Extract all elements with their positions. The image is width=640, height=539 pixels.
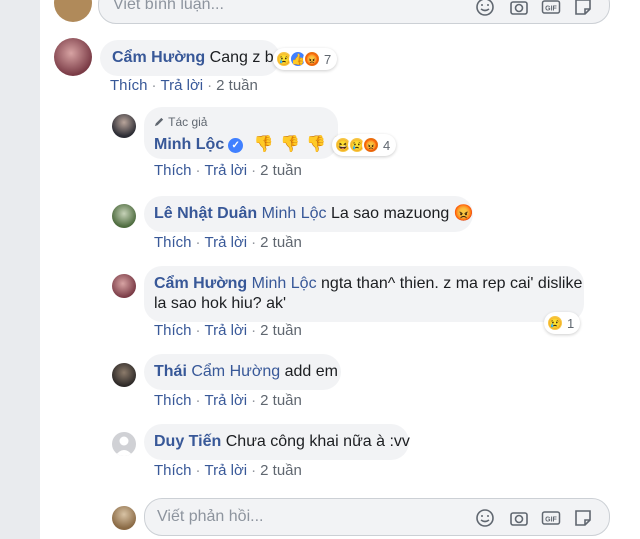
like-link[interactable]: Thích: [154, 392, 192, 409]
svg-text:GIF: GIF: [545, 517, 557, 524]
reply-actions: Thích · Trả lời · 2 tuần: [154, 162, 302, 179]
reply-actions: Thích · Trả lời · 2 tuần: [154, 234, 302, 251]
like-link[interactable]: Thích: [154, 162, 192, 179]
reply-avatar[interactable]: [112, 363, 136, 387]
sticker-icon[interactable]: [573, 0, 593, 17]
reply-actions: Thích · Trả lời · 2 tuần: [154, 392, 302, 409]
reply-link[interactable]: Trả lời: [205, 462, 248, 479]
separator-dot: ·: [195, 462, 201, 479]
gif-icon[interactable]: GIF: [541, 0, 561, 17]
reply-text: Chưa công khai nữa à :vv: [225, 433, 410, 450]
separator-dot: ·: [251, 162, 257, 179]
reaction-count: 7: [324, 51, 332, 67]
reply-actions: Thích · Trả lời · 2 tuần: [154, 322, 302, 339]
sad-reaction-icon: 😢: [546, 314, 564, 332]
reply-avatar[interactable]: [112, 114, 136, 138]
author-badge-label: Tác giả: [168, 115, 208, 129]
sticker-emoji-icon[interactable]: [475, 0, 495, 17]
comment-text: Cang z bo: [209, 49, 283, 66]
like-link[interactable]: Thích: [154, 234, 192, 251]
reply-text-line1: ngta than^ thien. z ma rep cai' dislike: [321, 275, 583, 292]
like-link[interactable]: Thích: [154, 462, 192, 479]
reply-bubble: Tác giả Minh Lộc ✓ 👎 👎 👎 👎: [144, 107, 353, 159]
reply-text: La sao mazuong 😡: [330, 205, 474, 222]
reply-author[interactable]: Thái: [154, 363, 187, 380]
sticker-icon[interactable]: [573, 508, 593, 528]
separator-dot: ·: [251, 322, 257, 339]
separator-dot: ·: [195, 234, 201, 251]
reply-avatar[interactable]: [112, 204, 136, 228]
reply-avatar[interactable]: [112, 432, 136, 456]
reply-link[interactable]: Trả lời: [205, 234, 248, 251]
reply-author[interactable]: Cẩm Hường: [154, 275, 247, 292]
reply-link[interactable]: Trả lời: [205, 162, 248, 179]
reply-author[interactable]: Minh Lộc: [154, 136, 224, 153]
reply-link[interactable]: Trả lời: [205, 322, 248, 339]
reply-time[interactable]: 2 tuần: [260, 162, 302, 179]
reply-time[interactable]: 2 tuần: [260, 234, 302, 251]
commenter-avatar[interactable]: [54, 38, 92, 76]
separator-dot: ·: [195, 162, 201, 179]
verified-badge-icon: ✓: [228, 138, 244, 153]
separator-dot: ·: [195, 322, 201, 339]
like-link[interactable]: Thích: [110, 77, 148, 94]
separator-dot: ·: [251, 392, 257, 409]
default-avatar-icon: [115, 436, 133, 456]
reply-bubble: Lê Nhật Duân Minh Lộc La sao mazuong 😡: [144, 196, 474, 232]
comment-time[interactable]: 2 tuần: [216, 77, 258, 94]
comments-panel: Viết bình luận... GIF Cẩm Hường Cang z b…: [40, 0, 640, 539]
reply-bubble: Cẩm Hường Minh Lộc ngta than^ thien. z m…: [144, 266, 584, 322]
angry-reaction-icon: 😡: [362, 136, 380, 154]
comment-bubble: Cẩm Hường Cang z bo: [100, 40, 283, 76]
reply-author[interactable]: Duy Tiến: [154, 433, 221, 450]
reply-input-placeholder: Viết phản hồi...: [157, 508, 264, 525]
angry-reaction-icon: 😡: [303, 50, 321, 68]
author-badge: Tác giả: [154, 112, 328, 132]
reply-reactions[interactable]: 😢 1: [544, 312, 581, 334]
mention-link[interactable]: Minh Lộc: [252, 275, 317, 292]
reply-avatar[interactable]: [112, 274, 136, 298]
reaction-count: 4: [383, 137, 391, 153]
like-link[interactable]: Thích: [154, 322, 192, 339]
reply-time[interactable]: 2 tuần: [260, 392, 302, 409]
current-user-avatar[interactable]: [112, 506, 136, 530]
mention-link[interactable]: Minh Lộc: [262, 205, 327, 222]
separator-dot: ·: [251, 234, 257, 251]
separator-dot: ·: [195, 392, 201, 409]
reply-link[interactable]: Trả lời: [205, 392, 248, 409]
reply-time[interactable]: 2 tuần: [260, 462, 302, 479]
separator-dot: ·: [251, 462, 257, 479]
separator-dot: ·: [207, 77, 213, 94]
reply-time[interactable]: 2 tuần: [260, 322, 302, 339]
reply-reactions[interactable]: 😆 😢 😡 4: [332, 134, 397, 156]
reply-text: add em: [284, 363, 338, 380]
reply-link[interactable]: Trả lời: [161, 77, 204, 94]
svg-text:GIF: GIF: [545, 6, 557, 13]
reply-input[interactable]: Viết phản hồi... GIF: [144, 498, 610, 536]
mention-link[interactable]: Cẩm Hường: [191, 363, 280, 380]
separator-dot: ·: [151, 77, 157, 94]
camera-icon[interactable]: [509, 508, 529, 528]
pencil-icon: [154, 117, 164, 127]
comment-author[interactable]: Cẩm Hường: [112, 49, 205, 66]
comment-reactions[interactable]: 😢 👍 😡 7: [273, 48, 338, 70]
reply-text-line2: la sao hok hiu? ak': [154, 295, 287, 312]
reaction-count: 1: [567, 315, 575, 331]
camera-icon[interactable]: [509, 0, 529, 17]
current-user-avatar[interactable]: [54, 0, 92, 22]
reply-author[interactable]: Lê Nhật Duân: [154, 205, 257, 222]
gif-icon[interactable]: GIF: [541, 508, 561, 528]
reply-bubble: Duy Tiến Chưa công khai nữa à :vv: [144, 424, 410, 460]
reply-actions: Thích · Trả lời · 2 tuần: [154, 462, 302, 479]
sticker-emoji-icon[interactable]: [475, 508, 495, 528]
comment-input[interactable]: Viết bình luận... GIF: [98, 0, 610, 24]
reply-bubble: Thái Cẩm Hường add em: [144, 354, 341, 390]
comment-actions: Thích · Trả lời · 2 tuần: [110, 77, 258, 94]
comment-input-placeholder: Viết bình luận...: [113, 0, 224, 13]
